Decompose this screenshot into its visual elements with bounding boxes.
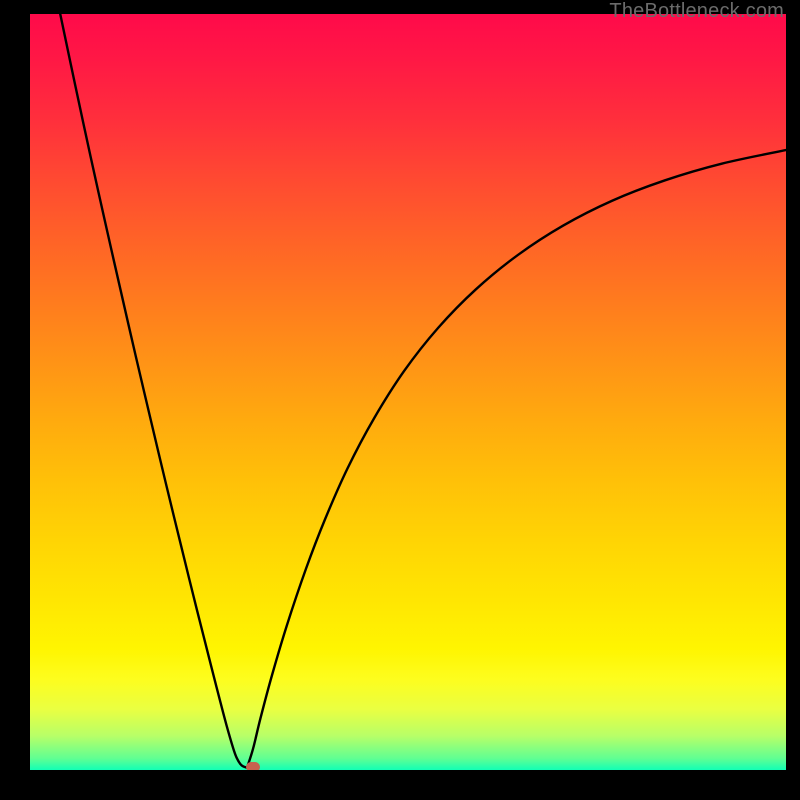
plot-area bbox=[30, 14, 786, 770]
curve bbox=[30, 14, 786, 770]
watermark-label: TheBottleneck.com bbox=[609, 0, 784, 23]
minimum-marker bbox=[246, 762, 260, 770]
chart-frame: TheBottleneck.com bbox=[0, 0, 800, 800]
